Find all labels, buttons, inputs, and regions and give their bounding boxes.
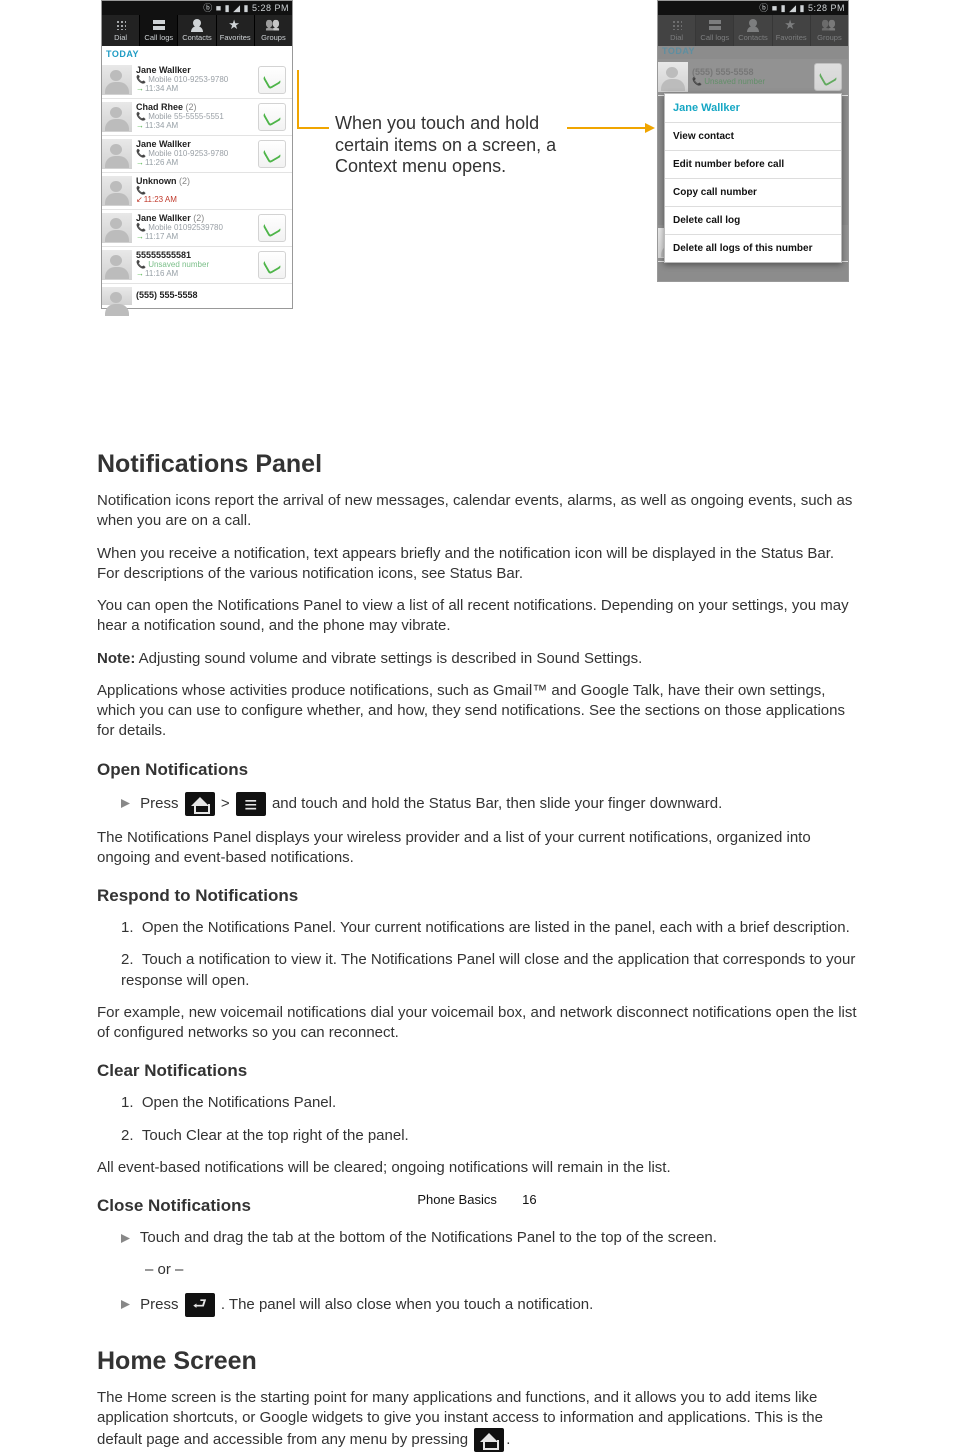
context-menu-title: Jane Wallker xyxy=(665,94,841,123)
home-icon xyxy=(185,792,215,816)
call-button[interactable] xyxy=(258,103,286,131)
log-row[interactable]: Jane Wallker 📞 Mobile 010-9253-9780 11:3… xyxy=(102,62,292,99)
page-footer: Phone Basics 16 xyxy=(0,1192,954,1207)
back-icon xyxy=(185,1293,215,1317)
bullet-icon xyxy=(121,1300,130,1309)
menu-icon xyxy=(236,792,266,816)
avatar xyxy=(102,65,132,95)
tab-contacts[interactable]: Contacts xyxy=(178,15,216,46)
respond-heading: Respond to Notifications xyxy=(97,886,857,906)
callout-line xyxy=(297,127,329,129)
ctx-delete-log[interactable]: Delete call log xyxy=(665,207,841,235)
status-bar: ⓑ■▮◢▮5:28 PM xyxy=(658,1,848,15)
status-bar: ⓑ■▮◢▮5:28 PM xyxy=(102,1,292,15)
call-button[interactable] xyxy=(258,214,286,242)
log-row[interactable]: Jane Wallker (2) 📞 Mobile 01092539780 11… xyxy=(102,210,292,247)
log-row[interactable]: Chad Rhee (2) 📞 Mobile 55-5555-5551 11:3… xyxy=(102,99,292,136)
tab-groups[interactable]: Groups xyxy=(255,15,292,46)
phone-right: ⓑ■▮◢▮5:28 PM Dial Call logs Contacts Fav… xyxy=(657,0,849,282)
context-menu: Jane Wallker View contact Edit number be… xyxy=(664,93,842,263)
ctx-view-contact[interactable]: View contact xyxy=(665,123,841,151)
callout-line xyxy=(567,127,645,129)
para: When you receive a notification, text ap… xyxy=(97,544,857,585)
bullet-icon xyxy=(121,799,130,808)
tab-favorites[interactable]: Favorites xyxy=(217,15,255,46)
phone-left: ⓑ■▮◢▮5:28 PM Dial Call logs Contacts Fav… xyxy=(101,0,293,309)
open-notifications-heading: Open Notifications xyxy=(97,760,857,780)
phone-tabbar: Dial Call logs Contacts Favorites Groups xyxy=(102,15,292,46)
callout-text: When you touch and hold certain items on… xyxy=(335,113,565,178)
home-icon xyxy=(474,1428,504,1452)
section-home: Home Screen xyxy=(97,1347,857,1376)
arrow-right-icon xyxy=(645,123,655,133)
call-button[interactable] xyxy=(258,140,286,168)
log-row[interactable]: Jane Wallker 📞 Mobile 010-9253-9780 11:2… xyxy=(102,136,292,173)
ctx-edit-number[interactable]: Edit number before call xyxy=(665,151,841,179)
today-header: TODAY xyxy=(102,46,292,62)
call-button[interactable] xyxy=(258,251,286,279)
clear-heading: Clear Notifications xyxy=(97,1061,857,1081)
call-button[interactable] xyxy=(258,66,286,94)
ctx-delete-all[interactable]: Delete all logs of this number xyxy=(665,235,841,262)
callout-line xyxy=(297,70,299,129)
section-notifications: Notifications Panel xyxy=(97,450,857,479)
ctx-copy-number[interactable]: Copy call number xyxy=(665,179,841,207)
note-label: Note: xyxy=(97,650,135,667)
row-name: Jane Wallker xyxy=(136,65,191,75)
log-row[interactable]: 55555555581 📞 Unsaved number 11:16 AM xyxy=(102,247,292,284)
log-row[interactable]: Unknown (2) 📞 11:23 AM xyxy=(102,173,292,210)
tab-dial[interactable]: Dial xyxy=(102,15,140,46)
log-row[interactable]: (555) 555-5558 xyxy=(102,284,292,308)
tab-calllogs[interactable]: Call logs xyxy=(140,15,178,46)
or-separator: – or – xyxy=(97,1260,857,1280)
